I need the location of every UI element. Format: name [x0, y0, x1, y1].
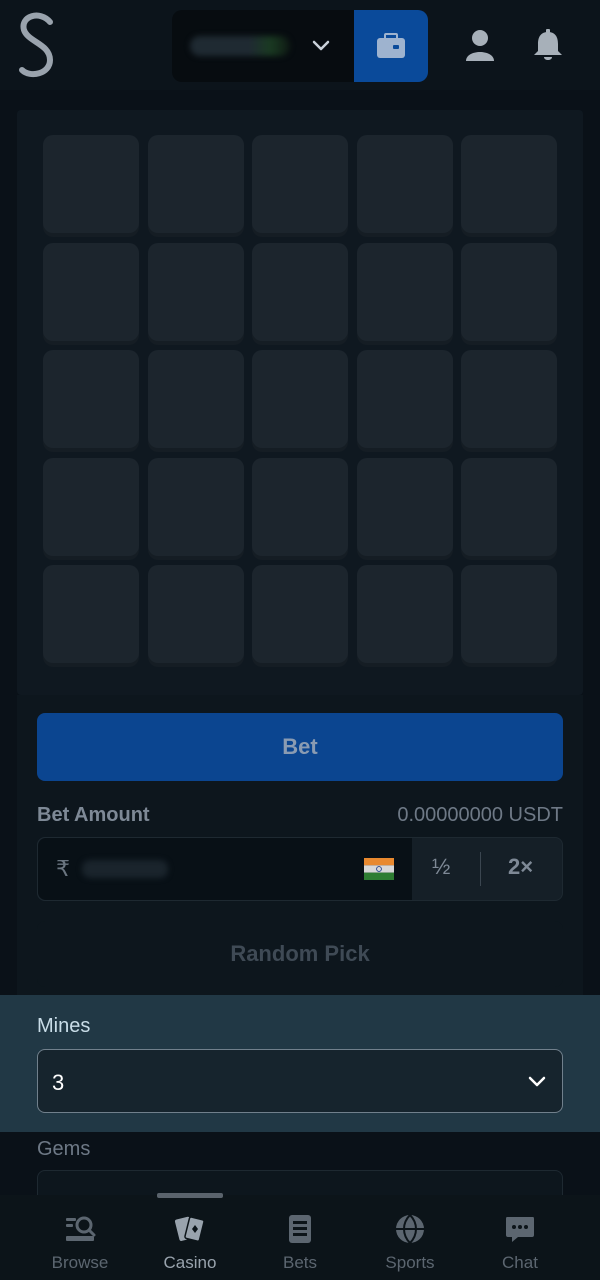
mines-value: 3: [52, 1070, 65, 1095]
mine-tile[interactable]: [356, 565, 453, 663]
mine-tile[interactable]: [147, 135, 244, 233]
mine-tile[interactable]: [356, 135, 453, 233]
mine-tile[interactable]: [461, 457, 557, 556]
mine-tile[interactable]: [461, 242, 557, 341]
nav-label-bets: Bets: [282, 1253, 318, 1272]
casino-icon: [174, 1216, 205, 1242]
mine-tile[interactable]: [43, 242, 139, 341]
mine-tile[interactable]: [147, 457, 244, 556]
mine-tile[interactable]: [461, 135, 557, 233]
currency-symbol: ₹: [56, 856, 70, 881]
nav-sports[interactable]: Sports: [355, 1195, 465, 1280]
browse-icon: [66, 1216, 96, 1241]
nav-bets[interactable]: Bets: [245, 1195, 355, 1280]
mine-tile[interactable]: [43, 457, 139, 556]
mine-tile[interactable]: [252, 350, 348, 448]
nav-browse[interactable]: Browse: [25, 1195, 135, 1280]
balance-selector[interactable]: [172, 10, 354, 82]
chevron-down-icon: [312, 40, 330, 51]
sports-icon: [396, 1214, 424, 1244]
bets-icon: [289, 1215, 311, 1243]
mine-tile[interactable]: [147, 242, 244, 341]
mine-tile[interactable]: [43, 135, 139, 233]
wallet-icon: [377, 33, 405, 58]
half-bet-button[interactable]: ½: [432, 854, 450, 880]
nav-label-casino: Casino: [163, 1253, 217, 1272]
mine-tile[interactable]: [147, 565, 244, 663]
chevron-down-icon: [528, 1076, 546, 1087]
nav-label-chat: Chat: [502, 1253, 538, 1272]
chat-icon: [506, 1217, 534, 1242]
bet-amount-input[interactable]: ₹: [38, 838, 412, 900]
nav-chat[interactable]: Chat: [465, 1195, 575, 1280]
mine-tile[interactable]: [356, 350, 453, 448]
random-pick-button[interactable]: Random Pick: [37, 921, 563, 987]
double-bet-button[interactable]: 2×: [508, 854, 533, 880]
logo-icon[interactable]: [14, 12, 60, 80]
top-bar: [0, 0, 600, 90]
mine-tile[interactable]: [252, 457, 348, 556]
mines-board: [17, 110, 583, 695]
mine-tile[interactable]: [461, 565, 557, 663]
mine-tile[interactable]: [356, 457, 453, 556]
mines-select[interactable]: 3: [37, 1049, 563, 1113]
mine-tile[interactable]: [43, 350, 139, 448]
gems-label: Gems: [37, 1138, 91, 1160]
nav-label-sports: Sports: [385, 1253, 435, 1272]
divider: [480, 852, 481, 886]
mine-tile[interactable]: [252, 135, 348, 233]
bell-icon[interactable]: [531, 28, 565, 62]
balance-hidden-value: [190, 36, 290, 56]
mine-tile[interactable]: [252, 565, 348, 663]
mine-tile[interactable]: [252, 242, 348, 341]
mine-tile[interactable]: [356, 242, 453, 341]
bet-button[interactable]: Bet: [37, 713, 563, 781]
user-icon[interactable]: [464, 28, 496, 62]
bet-amount-group: ₹ ½ 2×: [37, 837, 563, 901]
mine-tile[interactable]: [147, 350, 244, 448]
india-flag-icon: [364, 858, 394, 880]
mines-label: Mines: [37, 1015, 91, 1037]
amount-hidden-value: [82, 860, 168, 878]
bet-amount-usdt: 0.00000000 USDT: [397, 804, 563, 826]
mine-tile[interactable]: [43, 565, 139, 663]
mine-tile[interactable]: [461, 350, 557, 448]
bet-amount-label: Bet Amount: [37, 804, 150, 826]
nav-label-browse: Browse: [51, 1253, 109, 1272]
wallet-button[interactable]: [354, 10, 428, 82]
nav-casino[interactable]: Casino: [135, 1195, 245, 1280]
